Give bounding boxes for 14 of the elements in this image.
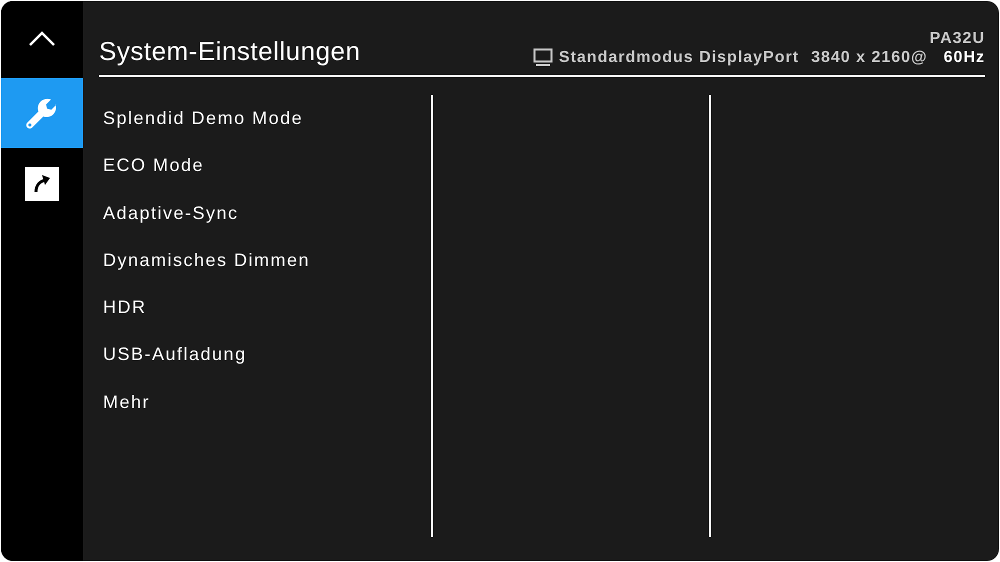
menu-item[interactable]: Mehr [103, 378, 431, 426]
input-mode: Standardmodus DisplayPort [558, 48, 800, 66]
resolution-text: 3840 x 2160@ [811, 48, 928, 66]
chevron-up-icon [28, 31, 56, 47]
page-title: System-Einstellungen [99, 36, 360, 67]
menu-item[interactable]: Dynamisches Dimmen [103, 236, 431, 284]
menu-item[interactable]: ECO Mode [103, 142, 431, 190]
model-name: PA32U [930, 30, 985, 48]
monitor-icon [532, 48, 553, 67]
menu-item[interactable]: Splendid Demo Mode [103, 95, 431, 142]
menu-item[interactable]: Adaptive-Sync [103, 190, 431, 237]
refresh-rate: 60Hz [944, 48, 985, 66]
menu-item[interactable]: USB-Aufladung [103, 331, 431, 379]
menu-item[interactable]: HDR [103, 284, 431, 332]
